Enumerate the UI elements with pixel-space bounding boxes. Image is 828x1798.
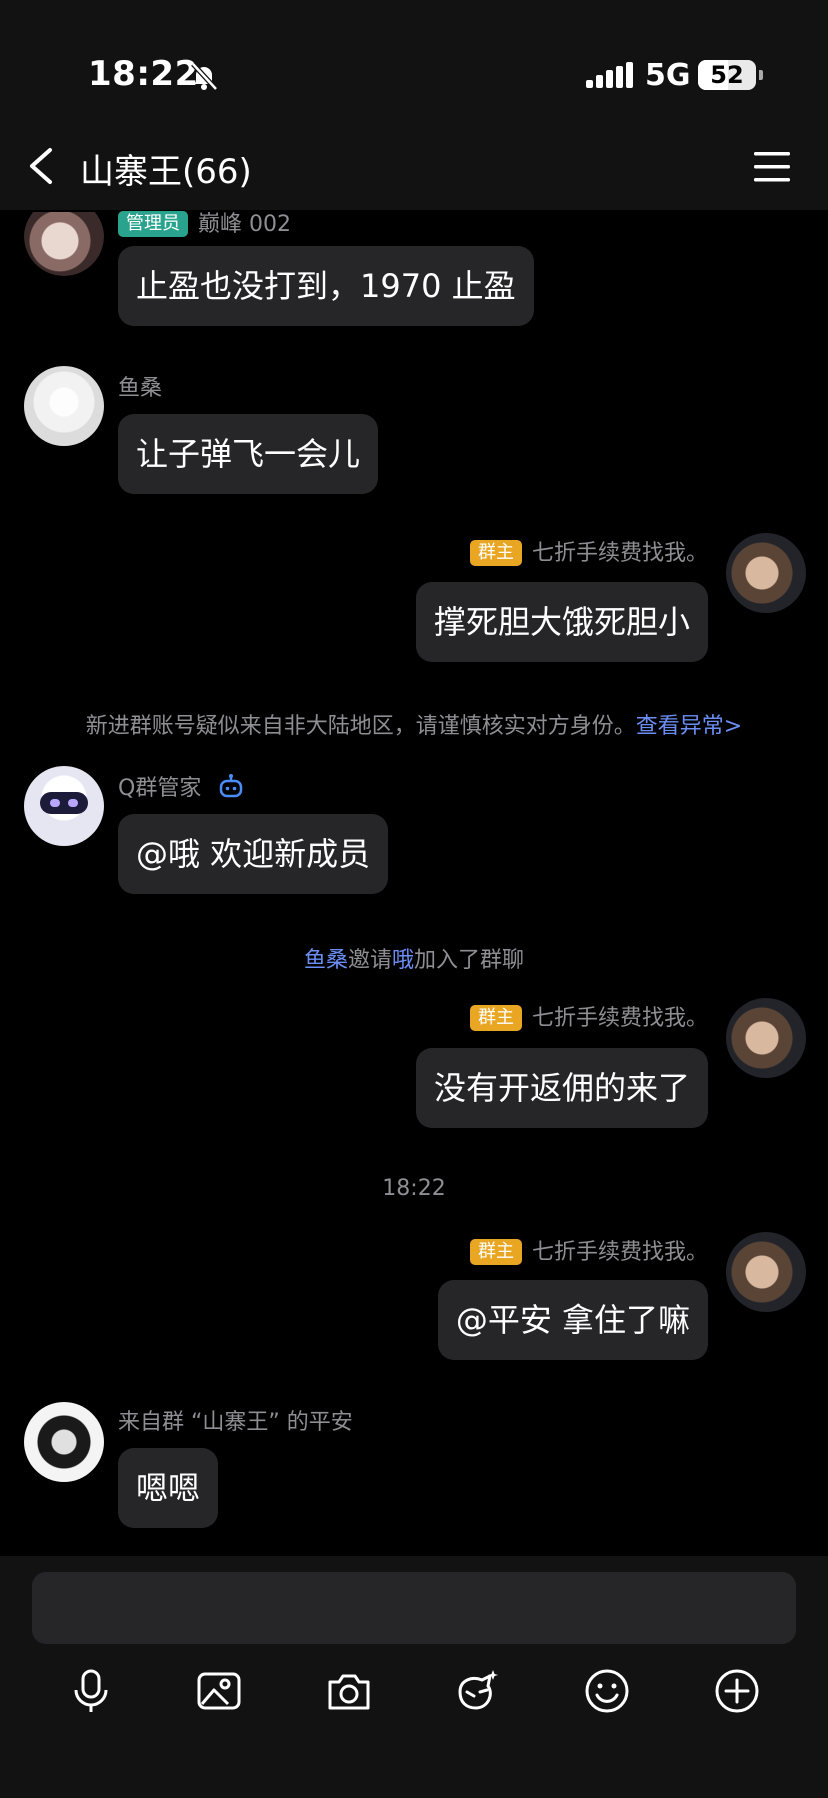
message-bubble[interactable]: @平安 拿住了嘛	[437, 1280, 708, 1360]
menu-icon[interactable]	[752, 150, 792, 184]
sticker-icon[interactable]	[452, 1666, 502, 1716]
sender-name: 七折手续费找我。	[531, 541, 708, 566]
status-time: 18:22	[88, 54, 199, 94]
message-bubble[interactable]: 没有开返佣的来了	[415, 1048, 708, 1128]
owner-badge: 群主	[469, 1239, 522, 1265]
avatar[interactable]	[726, 998, 806, 1078]
battery-icon: 52	[698, 60, 763, 90]
sender-name: 巅峰 002	[198, 212, 291, 237]
plus-icon[interactable]	[712, 1666, 762, 1716]
sender-name-row: Q群管家	[118, 770, 244, 802]
back-icon[interactable]	[26, 146, 56, 186]
inviter-name[interactable]: 鱼桑	[304, 948, 348, 973]
message-bubble[interactable]: 嗯嗯	[118, 1448, 219, 1528]
message-input[interactable]	[32, 1572, 796, 1644]
avatar[interactable]	[24, 366, 104, 446]
sender-name: Q群管家	[118, 776, 202, 801]
invite-tail: 加入了群聊	[414, 948, 525, 973]
signal-icon	[586, 62, 634, 88]
robot-icon	[220, 774, 243, 798]
image-icon[interactable]	[194, 1666, 244, 1716]
avatar[interactable]	[726, 1232, 806, 1312]
avatar[interactable]	[726, 533, 806, 613]
system-warning: 新进群账号疑似来自非大陆地区，请谨慎核实对方身份。查看异常>	[0, 708, 828, 740]
microphone-icon[interactable]	[66, 1666, 116, 1716]
view-anomaly-link[interactable]: 查看异常>	[636, 714, 742, 739]
invite-verb: 邀请	[347, 948, 392, 973]
admin-badge: 管理员	[118, 211, 188, 237]
warning-text: 新进群账号疑似来自非大陆地区，请谨慎核实对方身份。	[85, 714, 636, 739]
message-bubble[interactable]: @哦 欢迎新成员	[118, 814, 389, 894]
camera-icon[interactable]	[324, 1666, 374, 1716]
sender-name-row: 群主 七折手续费找我。	[469, 1000, 708, 1032]
network-type: 5G	[645, 58, 691, 93]
chat-title: 山寨王(66)	[80, 152, 252, 192]
bot-avatar[interactable]	[24, 766, 104, 846]
message-bubble[interactable]: 止盈也没打到，1970 止盈	[118, 246, 534, 326]
message-bubble[interactable]: 让子弹飞一会儿	[118, 414, 379, 494]
owner-badge: 群主	[469, 540, 522, 566]
bell-muted-icon	[191, 62, 218, 91]
sender-name: 七折手续费找我。	[531, 1006, 708, 1031]
avatar[interactable]	[24, 1402, 104, 1482]
sender-name: 七折手续费找我。	[531, 1240, 708, 1265]
sender-name-row: 群主 七折手续费找我。	[469, 535, 708, 567]
emoji-icon[interactable]	[582, 1666, 632, 1716]
sender-name: 鱼桑	[118, 376, 163, 401]
sender-name-row: 管理员 巅峰 002	[118, 206, 291, 238]
message-bubble[interactable]: 撑死胆大饿死胆小	[415, 582, 708, 662]
invitee-name[interactable]: 哦	[392, 948, 414, 973]
sender-name-row: 群主 七折手续费找我。	[469, 1234, 708, 1266]
invite-notice: 鱼桑邀请哦加入了群聊	[0, 942, 828, 974]
owner-badge: 群主	[469, 1005, 522, 1031]
battery-level: 52	[710, 61, 744, 89]
timestamp: 18:22	[382, 1176, 446, 1201]
sender-name: 来自群 “山寨王” 的平安	[118, 1410, 353, 1435]
